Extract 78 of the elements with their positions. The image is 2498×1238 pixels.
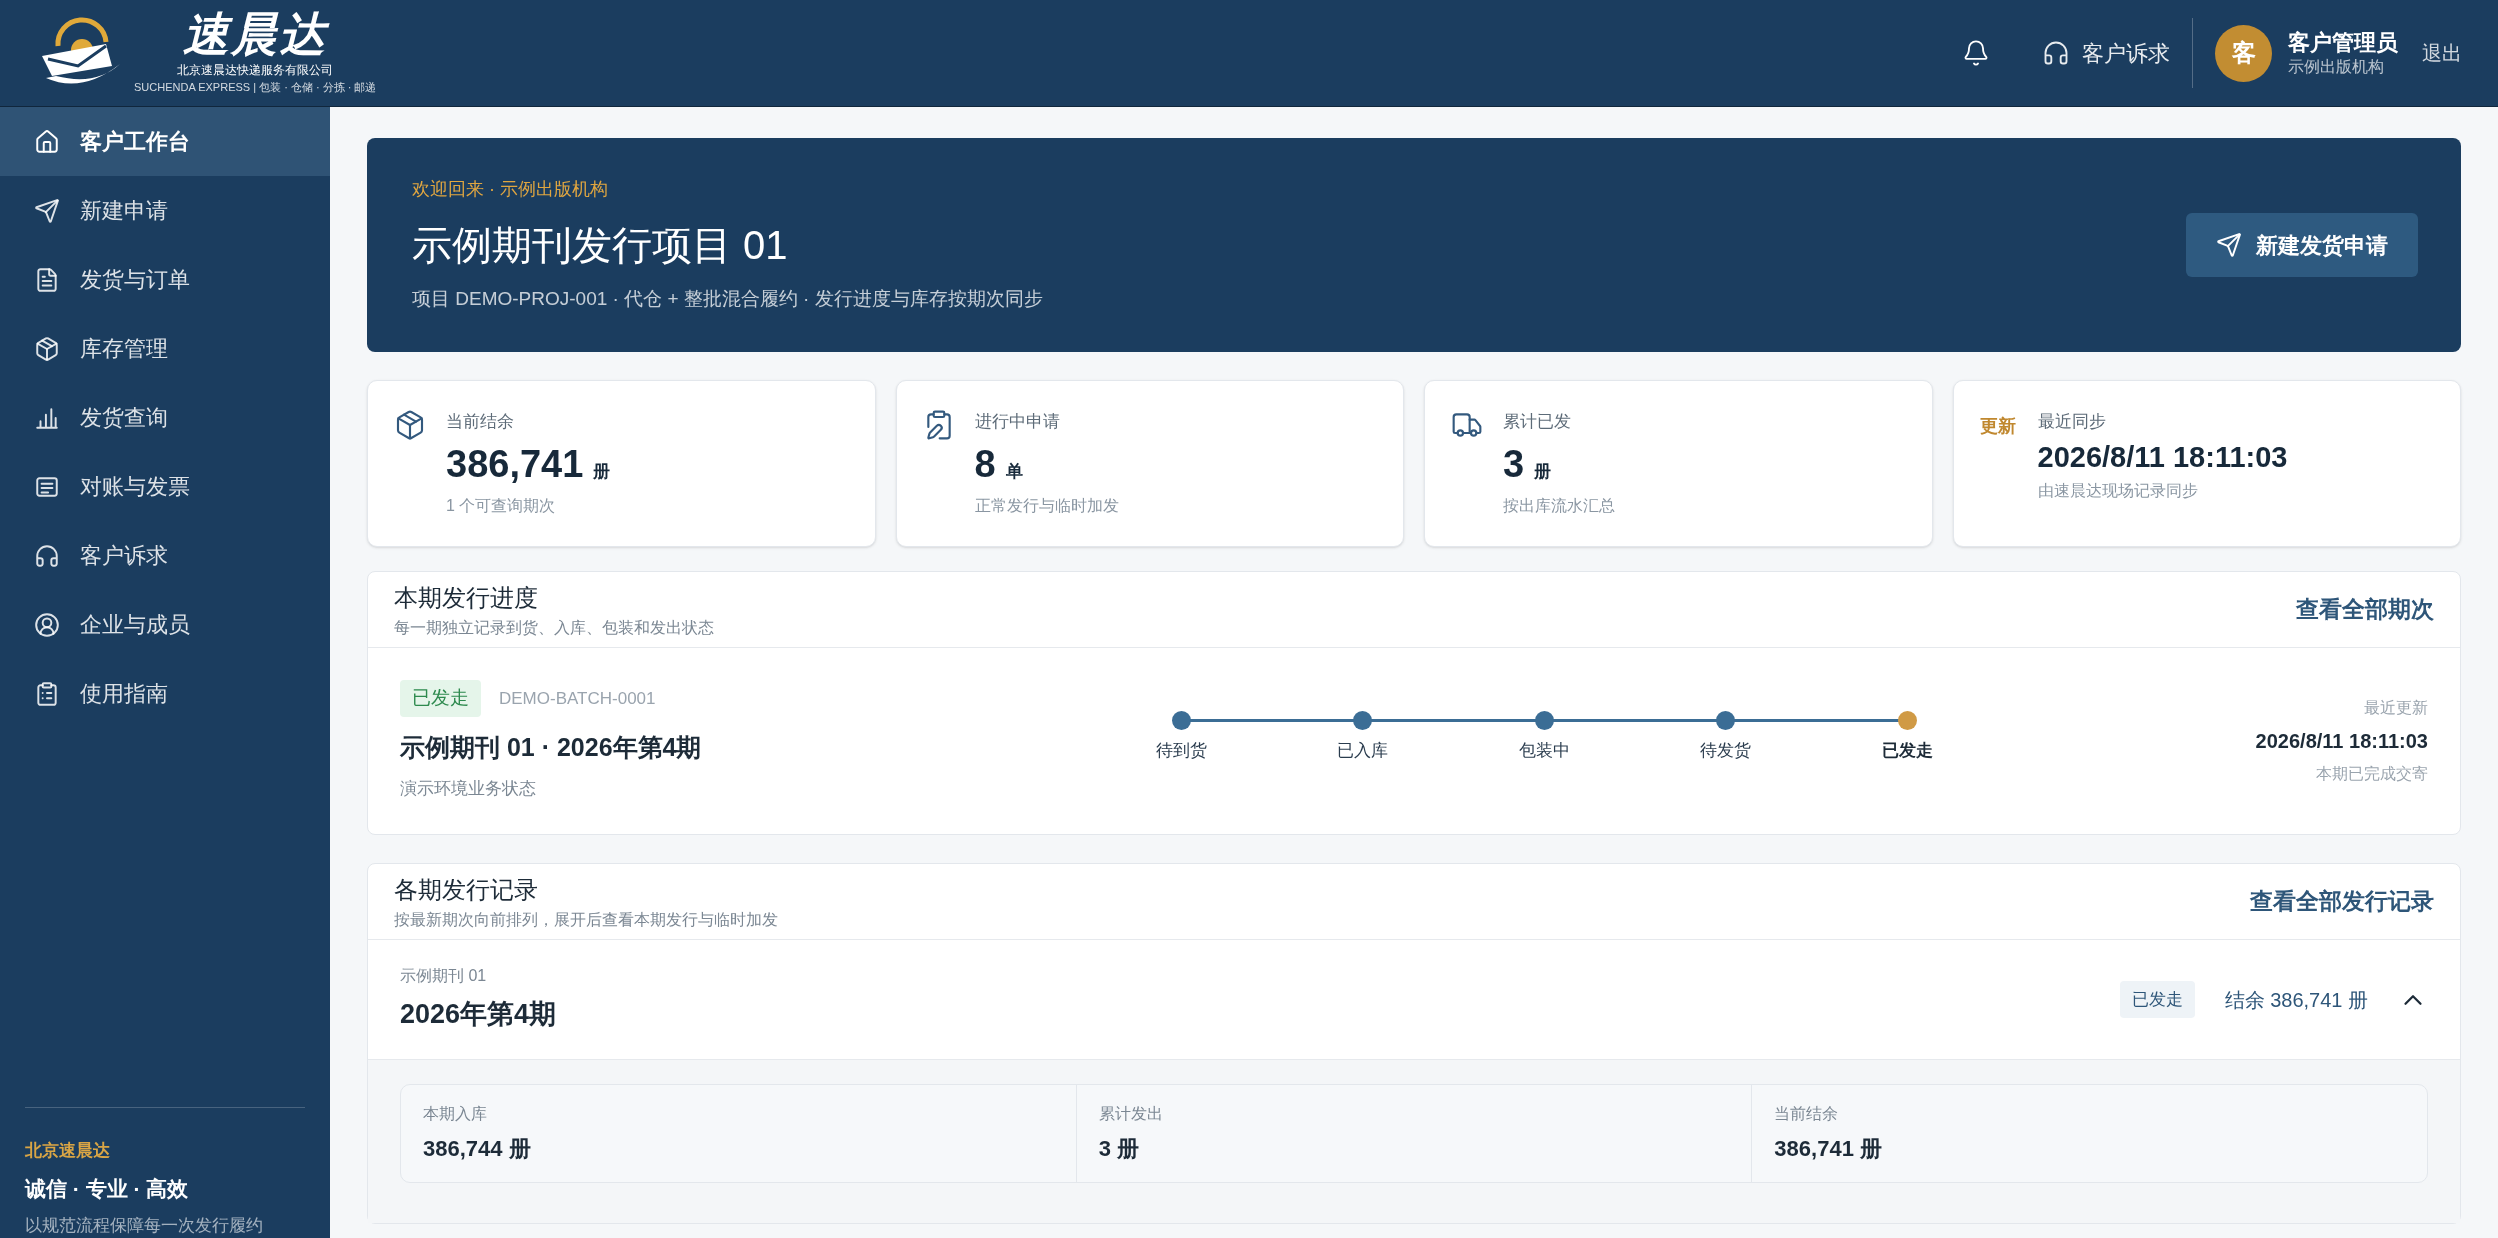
metric-label: 本期入库 — [423, 1104, 488, 1124]
sidebar-item[interactable]: 新建申请 — [0, 176, 330, 245]
stat-value: 8 — [974, 441, 996, 487]
sidebar-item[interactable]: 对账与发票 — [0, 452, 330, 521]
section-title: 本期发行进度 — [394, 582, 539, 613]
headset-icon — [34, 542, 60, 569]
sidebar-item[interactable]: 客户诉求 — [0, 521, 330, 590]
logo-wordmark: 速晨达 — [182, 10, 328, 57]
metric-value: 386,744 册 — [423, 1135, 532, 1163]
metric-value: 386,741 册 — [1774, 1135, 1883, 1163]
stat-label: 进行中申请 — [974, 411, 1061, 433]
updated-label: 最近更新 — [2364, 698, 2428, 718]
stat-note: 正常发行与临时加发 — [974, 496, 1119, 516]
project-title: 示例期刊发行项目 01 — [412, 222, 789, 270]
welcome-eyebrow: 欢迎回来 · 示例出版机构 — [412, 178, 609, 202]
stat-value: 3 — [1503, 441, 1525, 487]
house-icon — [34, 128, 60, 155]
stat-unit: 册 — [1534, 460, 1552, 483]
package-icon — [34, 335, 60, 362]
metric-label: 当前结余 — [1774, 1104, 1840, 1124]
package-icon — [394, 409, 426, 441]
clipboard-icon — [34, 680, 60, 707]
step-label: 待到货 — [1155, 740, 1207, 762]
updated-time: 2026/8/11 18:11:03 — [2255, 729, 2428, 754]
batch-note: 演示环境业务状态 — [400, 778, 537, 801]
logout-button[interactable]: 退出 — [2422, 38, 2462, 68]
footer-slogan: 诚信 · 专业 · 高效 — [25, 1176, 190, 1202]
batch-code: DEMO-BATCH-0001 — [499, 687, 656, 710]
sidebar-item[interactable]: 发货查询 — [0, 383, 330, 452]
headset-icon — [2042, 39, 2070, 67]
user-organization: 示例出版机构 — [2288, 56, 2385, 77]
step-label: 待发货 — [1700, 740, 1751, 762]
sidebar-item[interactable]: 库存管理 — [0, 314, 330, 383]
issue-balance: 结余 386,741 册 — [2224, 987, 2368, 1013]
step-label: 已发走 — [1881, 740, 1933, 762]
complaint-link[interactable]: 客户诉求 — [2042, 36, 2170, 70]
stat-unit: 单 — [1005, 460, 1023, 483]
user-name: 客户管理员 — [2288, 29, 2398, 57]
metric-value: 3 册 — [1098, 1135, 1141, 1163]
stat-value: 2026/8/11 18:11:03 — [2037, 439, 2288, 475]
stat-note: 由速晨达现场记录同步 — [2037, 480, 2199, 501]
section-subtitle: 每一期独立记录到货、入库、包装和发出状态 — [394, 617, 714, 638]
stat-label: 累计已发 — [1503, 411, 1572, 433]
section-title: 各期发行记录 — [394, 874, 539, 905]
metric-label: 累计发出 — [1098, 1104, 1164, 1124]
stat-note: 1 个可查询期次 — [446, 496, 557, 516]
sidebar-item[interactable]: 使用指南 — [0, 659, 330, 728]
issue-title: 2026年第4期 — [400, 998, 558, 1032]
send-icon — [2216, 232, 2242, 258]
stat-label: 最近同步 — [2037, 411, 2107, 433]
new-shipment-button[interactable]: 新建发货申请 — [2186, 213, 2418, 277]
notification-bell-icon[interactable] — [1962, 39, 1990, 67]
stat-unit: 册 — [593, 460, 611, 483]
step-label: 已入库 — [1337, 740, 1388, 762]
stat-note: 按出库流水汇总 — [1503, 496, 1615, 516]
footer-brand: 北京速晨达 — [25, 1139, 111, 1162]
send-icon — [34, 197, 60, 224]
updated-note: 本期已完成交寄 — [2316, 764, 2428, 784]
sidebar-item[interactable]: 客户工作台 — [0, 107, 330, 176]
status-badge: 已发走 — [400, 680, 481, 717]
user-circle-icon — [34, 611, 60, 638]
document-icon — [34, 266, 60, 293]
sidebar-item[interactable]: 发货与订单 — [0, 245, 330, 314]
update-label: 更新 — [1979, 415, 2016, 438]
issue-series: 示例期刊 01 — [400, 966, 488, 987]
logo-company-name: 北京速晨达快递服务有限公司 — [177, 61, 334, 79]
sidebar-item[interactable]: 企业与成员 — [0, 590, 330, 659]
step-label: 包装中 — [1518, 740, 1570, 762]
logo-tagline: SUCHENDA EXPRESS | 包装 · 仓储 · 分拣 · 邮递 — [134, 79, 377, 95]
project-subtitle: 项目 DEMO-PROJ-001 · 代仓 + 整批混合履约 · 发行进度与库存按期次同步 — [412, 287, 1044, 312]
status-badge: 已发走 — [2119, 980, 2195, 1019]
stat-value: 386,741 — [446, 441, 584, 487]
batch-title: 示例期刊 01 · 2026年第4期 — [400, 731, 703, 763]
section-subtitle: 按最新期次向前排列，展开后查看本期发行与临时加发 — [394, 909, 778, 930]
footer-note: 以规范流程保障每一次发行履约 — [25, 1214, 264, 1237]
view-all-records-link[interactable]: 查看全部发行记录 — [2250, 884, 2434, 919]
stat-label: 当前结余 — [446, 411, 515, 433]
view-all-issues-link[interactable]: 查看全部期次 — [2296, 592, 2434, 627]
